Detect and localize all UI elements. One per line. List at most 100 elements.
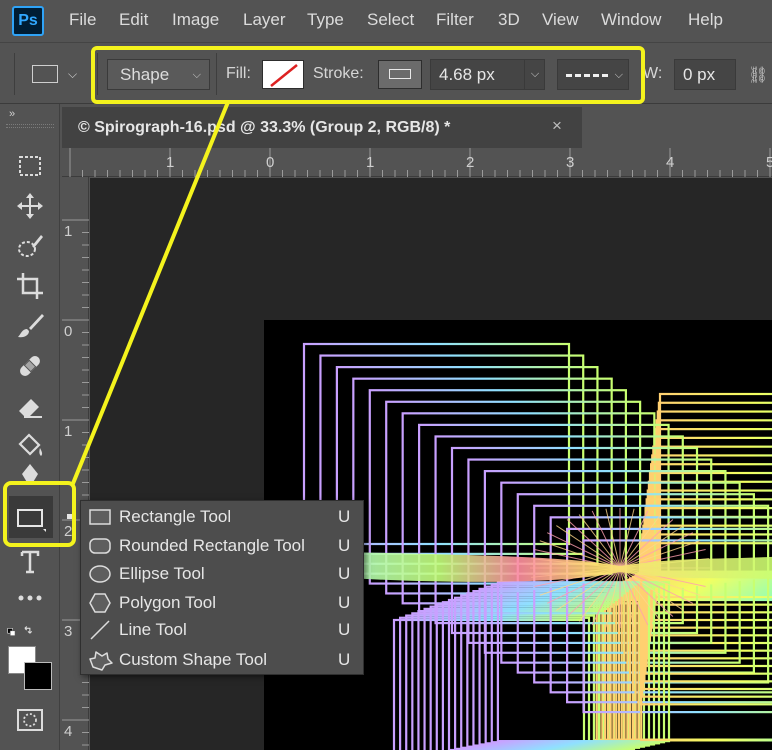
menu-filter[interactable]: Filter bbox=[436, 10, 474, 30]
spiro-square bbox=[612, 587, 772, 742]
paint-bucket-tool[interactable] bbox=[14, 430, 46, 462]
flyout-item-label: Ellipse Tool bbox=[119, 564, 205, 583]
flyout-item-ellipse-tool[interactable]: Ellipse Tool U bbox=[81, 560, 365, 588]
ruler-label: 1 bbox=[366, 154, 375, 171]
menu-window[interactable]: Window bbox=[601, 10, 661, 30]
move-icon bbox=[17, 193, 43, 219]
ruler-label: 3 bbox=[566, 154, 575, 171]
more-tools[interactable] bbox=[14, 582, 46, 614]
link-icon[interactable]: ⛓ bbox=[748, 65, 768, 85]
spiro-square bbox=[399, 616, 591, 750]
flyout-item-label: Polygon Tool bbox=[119, 593, 217, 612]
menu-edit[interactable]: Edit bbox=[119, 10, 148, 30]
quick-selection-icon bbox=[18, 235, 43, 257]
paint-bucket-icon bbox=[18, 433, 43, 456]
flyout-item-polygon-tool[interactable]: Polygon Tool U bbox=[81, 589, 365, 617]
pen-tool[interactable] bbox=[14, 460, 46, 482]
menu-layer[interactable]: Layer bbox=[243, 10, 286, 30]
ruler-label: 5 bbox=[766, 154, 772, 171]
ruler-label: 2 bbox=[466, 154, 475, 171]
marquee-tool[interactable] bbox=[14, 150, 46, 182]
crop-tool[interactable] bbox=[14, 270, 46, 302]
flyout-item-label: Line Tool bbox=[119, 620, 187, 639]
collapse-icon[interactable]: » bbox=[9, 108, 15, 120]
healing-brush-tool[interactable] bbox=[14, 350, 46, 382]
close-icon[interactable]: × bbox=[552, 116, 562, 136]
menu-select[interactable]: Select bbox=[367, 10, 414, 30]
polygon-icon bbox=[89, 593, 111, 613]
flyout-shortcut: U bbox=[338, 507, 351, 526]
flyout-item-line-tool[interactable]: Line Tool U bbox=[81, 616, 365, 644]
flyout-item-rectangle-tool[interactable]: Rectangle Tool U bbox=[67, 503, 365, 531]
ruler-label: 0 bbox=[64, 323, 73, 340]
ruler-label: 3 bbox=[64, 623, 73, 640]
width-label: W: bbox=[643, 65, 663, 82]
options-highlight-box bbox=[91, 46, 645, 104]
quick-mask-icon bbox=[17, 709, 43, 731]
width-input[interactable]: 0 px bbox=[674, 59, 736, 90]
quick-mask-button[interactable] bbox=[14, 704, 46, 736]
tool-highlight-box bbox=[3, 481, 76, 547]
photoshop-logo: Ps bbox=[12, 6, 44, 36]
tool-preset-picker[interactable] bbox=[32, 65, 58, 83]
default-colors-icon bbox=[7, 626, 33, 636]
menu-3d[interactable]: 3D bbox=[498, 10, 520, 30]
crop-icon bbox=[17, 273, 43, 299]
flyout-shortcut: U bbox=[338, 593, 351, 612]
custom-shape-icon bbox=[89, 651, 113, 671]
document-tab[interactable]: © Spirograph-16.psd @ 33.3% (Group 2, RG… bbox=[62, 107, 582, 148]
menu-help[interactable]: Help bbox=[688, 10, 723, 30]
flyout-shortcut: U bbox=[338, 564, 351, 583]
flyout-item-label: Rounded Rectangle Tool bbox=[119, 536, 305, 555]
flyout-shortcut: U bbox=[338, 650, 351, 669]
flyout-item-custom-shape-tool[interactable]: Custom Shape Tool U bbox=[81, 646, 365, 674]
ruler-label: 1 bbox=[166, 154, 175, 171]
pen-icon bbox=[22, 464, 38, 482]
background-color[interactable] bbox=[24, 662, 52, 690]
ruler-label: 1 bbox=[64, 223, 73, 240]
ruler-label: 4 bbox=[64, 723, 73, 740]
brush-icon bbox=[18, 314, 44, 338]
menu-file[interactable]: File bbox=[69, 10, 96, 30]
chevron-down-icon[interactable]: ⌵ bbox=[68, 67, 77, 82]
horizontal-ruler[interactable]: 1 0 1 2 3 4 5 bbox=[62, 148, 772, 177]
swap-colors[interactable] bbox=[4, 616, 56, 648]
flyout-item-label: Custom Shape Tool bbox=[119, 650, 268, 669]
more-icon bbox=[18, 595, 42, 601]
spiro-square bbox=[335, 366, 599, 565]
eraser-icon bbox=[19, 399, 42, 418]
toolbar-grip[interactable] bbox=[6, 124, 54, 128]
ellipse-icon bbox=[89, 565, 111, 583]
line-icon bbox=[90, 620, 110, 640]
ruler-label: 1 bbox=[64, 423, 73, 440]
type-icon bbox=[20, 550, 40, 574]
tools-panel: » bbox=[0, 104, 60, 750]
width-value: 0 px bbox=[683, 65, 716, 84]
eraser-tool[interactable] bbox=[14, 390, 46, 422]
brush-tool[interactable] bbox=[14, 310, 46, 342]
flyout-shortcut: U bbox=[338, 536, 351, 555]
type-tool[interactable] bbox=[14, 546, 46, 578]
rectangle-icon bbox=[89, 509, 111, 525]
menu-image[interactable]: Image bbox=[172, 10, 219, 30]
tab-strip bbox=[582, 107, 772, 148]
spiro-square bbox=[392, 618, 586, 750]
rounded-rectangle-icon bbox=[89, 538, 111, 554]
spiro-square bbox=[429, 605, 616, 750]
bandage-icon bbox=[20, 356, 40, 376]
ruler-label: 4 bbox=[666, 154, 675, 171]
ruler-label: 0 bbox=[266, 154, 275, 171]
quick-selection-tool[interactable] bbox=[14, 230, 46, 262]
marquee-icon bbox=[19, 156, 41, 176]
document-title: © Spirograph-16.psd @ 33.3% (Group 2, RG… bbox=[78, 119, 451, 136]
menu-view[interactable]: View bbox=[542, 10, 579, 30]
flyout-item-rounded-rectangle-tool[interactable]: Rounded Rectangle Tool U bbox=[81, 532, 365, 560]
flyout-shortcut: U bbox=[338, 620, 351, 639]
shape-tools-flyout: Rectangle Tool U Rounded Rectangle Tool … bbox=[67, 500, 365, 675]
flyout-item-label: Rectangle Tool bbox=[119, 507, 232, 526]
menu-type[interactable]: Type bbox=[307, 10, 344, 30]
move-tool[interactable] bbox=[14, 190, 46, 222]
options-grip bbox=[14, 53, 15, 95]
menu-bar: Ps File Edit Image Layer Type Select Fil… bbox=[0, 0, 772, 42]
spiro-square bbox=[435, 603, 621, 750]
